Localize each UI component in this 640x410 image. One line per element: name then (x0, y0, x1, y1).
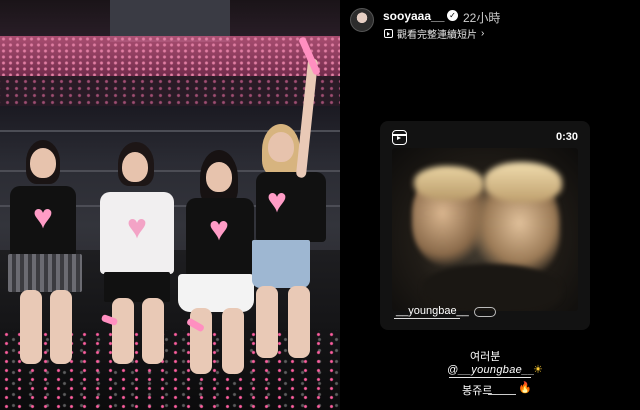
reel-author[interactable]: __youngbae__ (396, 305, 469, 317)
sun-icon: ☀ (533, 363, 543, 376)
watch-full-reel-label: 觀看完整連續短片 (397, 30, 477, 41)
crowd-lower (0, 76, 340, 106)
shirt-print: ♥ (208, 210, 230, 248)
concert-photo: ♥ ♥ ♥ ♥ (0, 0, 340, 410)
crowd-lights (0, 36, 340, 76)
member-2: ♥ (92, 140, 182, 370)
mention-link[interactable]: @__youngbae__ (447, 364, 535, 376)
chevron-right-icon: › (481, 28, 485, 39)
caption-mention-row: @__youngbae__ ☀ (447, 363, 545, 378)
caption-line-3: 봉쥬르 (462, 385, 493, 397)
shared-reel-card[interactable]: 0:30 __youngbae__ (380, 121, 590, 330)
reels-icon (384, 29, 393, 38)
reel-duration: 0:30 (555, 131, 578, 143)
shirt-print: ♥ (266, 182, 288, 220)
story-timestamp: 22小時 (463, 11, 501, 25)
shirt-print: ♥ (32, 198, 54, 236)
fire-icon: 🔥 (518, 381, 532, 394)
avatar[interactable] (350, 8, 374, 32)
member-4: ♥ (250, 36, 334, 368)
verified-badge-icon: ✓ (447, 10, 458, 21)
member-1: ♥ (6, 140, 86, 370)
shirt-print: ♥ (126, 208, 148, 246)
reels-icon (392, 130, 407, 145)
reel-thumbnail[interactable] (392, 148, 578, 311)
mention-underline (449, 377, 531, 378)
caption-underline (488, 394, 516, 395)
username-label[interactable]: sooyaaa__ (383, 9, 444, 23)
caption-line-1: 여러분 (470, 351, 501, 363)
author-underline (394, 318, 460, 319)
caption-line-3-row: 봉쥬르 🔥 (462, 381, 534, 397)
pill-indicator (474, 307, 496, 317)
watch-full-reel-link[interactable]: 觀看完整連續短片 › (384, 26, 484, 41)
